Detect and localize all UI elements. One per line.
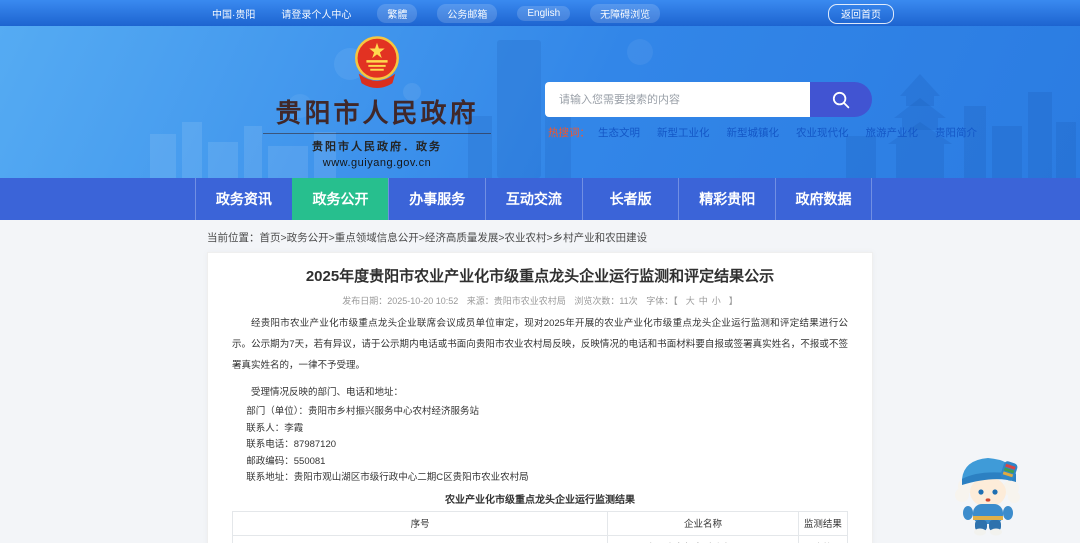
- view-count: 浏览次数：11次: [574, 296, 638, 306]
- font-size-label-close: 】: [728, 296, 738, 306]
- nav-tab[interactable]: 互动交流: [485, 178, 582, 220]
- topbar-link[interactable]: English: [517, 5, 571, 21]
- topbar-link[interactable]: 公务邮箱: [437, 3, 498, 23]
- site-title: 贵阳市人民政府: [275, 98, 479, 128]
- font-size-options: 大中小: [684, 296, 723, 306]
- table-header-cell: 监测结果: [797, 510, 849, 536]
- topbar-menu: 中国·贵阳 请登录个人中心 繁體 公务邮箱 English 无障碍浏览: [212, 3, 680, 23]
- hot-search-link[interactable]: 旅游产业化: [866, 125, 919, 140]
- font-size-option[interactable]: 大: [686, 296, 695, 306]
- article-paragraph-1: 经贵阳市农业产业化市级重点龙头企业联席会议成员单位审定，现对2025年开展的农业…: [232, 318, 848, 371]
- table-body: 1 贵州合力超市采购有限公司 合格 2 贵州友禾种业有限公司 合格 3 贵州松果…: [231, 534, 849, 543]
- nav-tab[interactable]: 政务资讯: [195, 178, 292, 220]
- city-skyline-decoration: [150, 39, 1076, 178]
- publish-date: 发布日期：2025-10-20 10:52: [342, 296, 459, 306]
- national-emblem-icon: [355, 36, 399, 89]
- article-meta: 发布日期：2025-10-20 10:52 来源：贵阳市农业农村局 浏览次数：1…: [232, 294, 848, 307]
- search-bar: [545, 82, 872, 117]
- font-size-label: 字体：【: [646, 296, 678, 306]
- search-button[interactable]: [810, 82, 872, 117]
- nav-tab[interactable]: 精彩贵阳: [678, 178, 775, 220]
- breadcrumb: 当前位置：首页>政务公开>重点领域信息公开>经济高质量发展>农业农村>乡村产业和…: [207, 230, 647, 245]
- nav-tab[interactable]: 长者版: [581, 178, 679, 220]
- table-caption: 农业产业化市级重点龙头企业运行监测结果: [445, 494, 635, 506]
- banner: 贵阳市人民政府 贵阳市人民政府．政务 www.guiyang.gov.cn 热搜…: [0, 26, 1080, 178]
- contact-line: 邮政编码：550081: [246, 455, 326, 467]
- contact-line: 联系电话：87987120: [246, 439, 337, 450]
- font-size-option[interactable]: 小: [712, 296, 721, 306]
- monitoring-results-table: 序号企业名称监测结果 1 贵州合力超市采购有限公司 合格 2 贵州友禾种业有限公…: [231, 510, 849, 543]
- article-title: 2025年度贵阳市农业产业化市级重点龙头企业运行监测和评定结果公示: [305, 268, 775, 285]
- table-row: 1 贵州合力超市采购有限公司 合格: [231, 534, 849, 543]
- topbar-link[interactable]: 中国·贵阳: [212, 6, 255, 21]
- table-header-cell: 序号: [231, 510, 609, 536]
- return-home-button[interactable]: 返回首页: [828, 4, 894, 24]
- cell-company-name: 贵州合力超市采购有限公司: [607, 534, 799, 543]
- nav-tab[interactable]: 政府数据: [775, 178, 872, 220]
- site-url: www.guiyang.gov.cn: [322, 157, 432, 169]
- hot-search-link[interactable]: 新型城镇化: [727, 125, 780, 140]
- topbar-link[interactable]: 繁體: [377, 3, 418, 23]
- cell-result: 合格: [797, 534, 849, 543]
- article-source: 来源：贵阳市农业农村局: [466, 296, 566, 306]
- topbar: 中国·贵阳 请登录个人中心 繁體 公务邮箱 English 无障碍浏览 返回首页: [0, 0, 1080, 26]
- search-input[interactable]: [545, 82, 810, 117]
- contact-line: 联系地址：贵阳市观山湖区市级行政中心二期C区贵阳市农业农村局: [246, 472, 529, 483]
- page: 中国·贵阳 请登录个人中心 繁體公务邮箱 English 无障碍浏览 返回首页: [0, 0, 1080, 543]
- search-icon: [832, 91, 850, 108]
- font-size-option[interactable]: 中: [699, 296, 708, 306]
- cell-index: 1: [231, 534, 609, 543]
- site-logo[interactable]: 贵阳市人民政府 贵阳市人民政府．政务 www.guiyang.gov.cn: [222, 34, 532, 169]
- breadcrumb-path[interactable]: 首页>政务公开>重点领域信息公开>经济高质量发展>农业农村>乡村产业和农田建设: [260, 232, 648, 244]
- hot-search-link[interactable]: 贵阳简介: [935, 125, 977, 140]
- nav-tab[interactable]: 办事服务: [388, 178, 485, 220]
- hot-search-link[interactable]: 新型工业化: [657, 125, 710, 140]
- logo-divider: [263, 133, 491, 134]
- contact-list: 部门（单位）：贵阳市乡村振兴服务中心农村经济服务站 联系人：李霞联系电话：8798…: [232, 404, 848, 487]
- main-nav: 政务资讯 政务公开 办事服务 互动交流 长者版 精彩贵阳 政府数据: [0, 178, 1080, 220]
- mascot-widget[interactable]: [950, 448, 1028, 536]
- contact-line: 联系人：李霞: [246, 422, 304, 434]
- breadcrumb-label: 当前位置：: [207, 232, 260, 244]
- article-paragraph-2: 受理情况反映的部门、电话和地址：: [251, 387, 404, 398]
- topbar-link[interactable]: 无障碍浏览: [590, 3, 661, 23]
- table-header-row: 序号 企业名称 监测结果: [231, 510, 849, 536]
- hot-search-link[interactable]: 生态文明: [598, 125, 640, 140]
- article-card: 2025年度贵阳市农业产业化市级重点龙头企业运行监测和评定结果公示 发布日期：2…: [207, 252, 873, 543]
- table-header-cell: 企业名称: [607, 510, 799, 536]
- nav-tab[interactable]: 政务公开: [291, 178, 389, 220]
- hot-search-label: 热搜词：: [548, 127, 590, 139]
- site-subtitle: 贵阳市人民政府．政务: [312, 141, 442, 153]
- topbar-link[interactable]: 请登录个人中心: [281, 6, 351, 21]
- hot-search-row: 热搜词： 生态文明 新型工业化 新型城镇化 农业现代化 旅游产业化 贵阳简介: [548, 125, 994, 140]
- hot-search-link[interactable]: 农业现代化: [796, 125, 849, 140]
- contact-line: 部门（单位）：贵阳市乡村振兴服务中心农村经济服务站: [246, 406, 480, 417]
- hot-search-links: 生态文明 新型工业化 新型城镇化 农业现代化 旅游产业化 贵阳简介: [598, 125, 994, 140]
